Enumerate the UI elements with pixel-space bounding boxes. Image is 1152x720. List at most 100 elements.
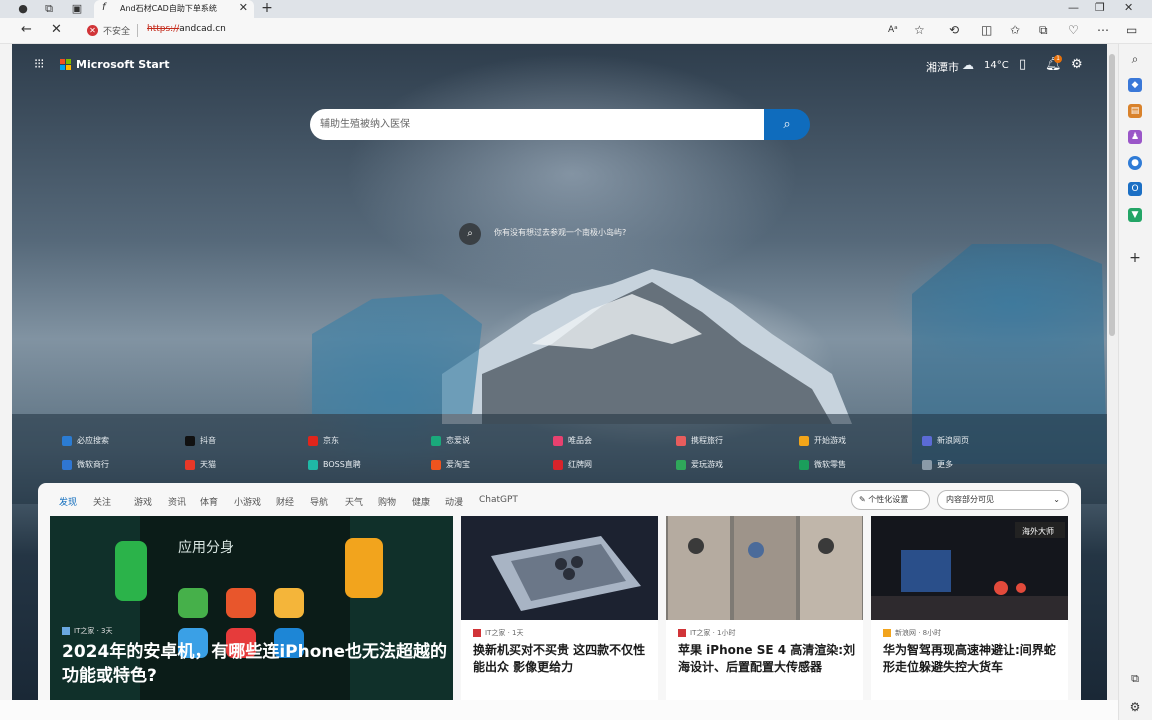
quick-link-label: 抖音 (200, 436, 216, 445)
url-field[interactable]: https://andcad.cn (147, 24, 226, 34)
tab-active[interactable]: f And石材CAD自助下单系统 ✕ (94, 0, 254, 18)
news-card[interactable]: IT之家 · 1小时 苹果 iPhone SE 4 高清渲染:刘海设计、后置配置… (666, 516, 863, 700)
back-icon[interactable]: ← (21, 22, 32, 37)
feed-tab[interactable]: 游戏 (134, 495, 152, 508)
quick-link[interactable]: 携程旅行 (676, 435, 723, 449)
tools-icon[interactable]: ♟ (1128, 130, 1142, 144)
card-headline[interactable]: 苹果 iPhone SE 4 高清渲染:刘海设计、后置配置大传感器 (678, 642, 858, 676)
more-menu-icon[interactable]: ⋯ (1097, 23, 1109, 37)
feed-tab[interactable]: 购物 (378, 495, 396, 508)
quick-link[interactable]: 微软零售 (799, 459, 846, 473)
collections-icon[interactable]: ⧉ (1039, 23, 1048, 38)
profile-icon[interactable]: ● (16, 2, 30, 16)
maximize-icon[interactable]: ❐ (1095, 1, 1105, 14)
scrollbar-thumb[interactable] (1109, 54, 1115, 336)
quick-link-label: 更多 (937, 460, 953, 469)
search-input[interactable] (320, 117, 750, 132)
copilot-icon[interactable]: ◆ (1128, 78, 1142, 92)
games-icon[interactable]: ● (1128, 156, 1142, 170)
news-feed: 发现 关注 游戏 资讯 体育 小游戏 财经 导航 天气 购物 健康 动漫 ChatGPT ✎ 个性化设置… (38, 483, 1081, 700)
visual-search-icon[interactable]: ⌕ (459, 223, 481, 245)
feed-tab[interactable]: 导航 (310, 495, 328, 508)
browser-essentials-icon[interactable]: ♡ (1068, 23, 1079, 37)
shopping-icon[interactable]: ▤ (1128, 104, 1142, 118)
search-button[interactable]: ⌕ (764, 109, 810, 140)
quick-link-icon (553, 435, 563, 446)
quick-link[interactable]: 新浪网页 (922, 435, 969, 449)
quick-link-label: 开始游戏 (814, 436, 846, 445)
minimize-icon[interactable]: — (1068, 1, 1079, 14)
content-visibility-select[interactable]: 内容部分可见 ⌄ (937, 490, 1069, 510)
quick-link-label: 微软商行 (77, 460, 109, 469)
new-tab-icon[interactable]: + (260, 1, 274, 15)
card-headline[interactable]: 换新机买对不买贵 这四款不仅性能出众 影像更给力 (473, 642, 653, 676)
feed-tab[interactable]: 财经 (276, 495, 294, 508)
feed-tab[interactable]: ChatGPT (479, 495, 518, 505)
quick-link[interactable]: 微软商行 (62, 459, 109, 473)
personalize-label: 个性化设置 (868, 495, 909, 504)
cloud-icon[interactable]: ☁ (962, 58, 974, 72)
quick-link[interactable]: 爱玩游戏 (676, 459, 723, 473)
favorite-star-icon[interactable]: ☆ (914, 23, 925, 37)
quick-link[interactable]: 京东 (308, 435, 339, 449)
feed-tab[interactable]: 天气 (345, 495, 363, 508)
image-hint-text[interactable]: 你有没有想过去参观一个南极小岛屿? (494, 227, 626, 238)
quick-link[interactable]: 开始游戏 (799, 435, 846, 449)
news-card-featured[interactable]: 应用分身 IT之家 · 3天 2024年的安卓机，有哪些连iPhone也无法超越… (50, 516, 453, 700)
feed-tab[interactable]: 健康 (412, 495, 430, 508)
weather-city[interactable]: 湘潭市 (926, 59, 959, 75)
workspaces-icon[interactable]: ⧉ (42, 2, 56, 16)
feed-tab[interactable]: 发现 (59, 495, 77, 508)
personalize-button[interactable]: ✎ 个性化设置 (851, 490, 930, 510)
quick-link[interactable]: 抖音 (185, 435, 216, 449)
card-image: 海外大师 (871, 516, 1068, 620)
quick-link[interactable]: 红牌网 (553, 459, 592, 473)
quick-link[interactable]: 更多 (922, 459, 953, 473)
quick-link[interactable]: 恋爱说 (431, 435, 470, 449)
feed-tab[interactable]: 动漫 (445, 495, 463, 508)
quick-link[interactable]: BOSS直聘 (308, 459, 361, 473)
feed-tab[interactable]: 小游戏 (234, 495, 261, 508)
settings-gear-icon[interactable]: ⚙ (1071, 57, 1083, 72)
sidebar-settings-icon[interactable]: ⚙ (1128, 700, 1142, 714)
page-scrollbar[interactable] (1107, 44, 1118, 700)
drop-icon[interactable]: ▼ (1128, 208, 1142, 222)
sidebar-toggle-icon[interactable]: ▭ (1126, 23, 1137, 37)
window-close-icon[interactable]: ✕ (1124, 1, 1133, 14)
security-label[interactable]: 不安全 (103, 24, 130, 37)
split-screen-icon[interactable]: ◫ (981, 23, 992, 37)
sidebar-customize-icon[interactable]: ⧉ (1128, 672, 1142, 686)
search-box[interactable] (310, 109, 766, 140)
favorites-icon[interactable]: ✩ (1010, 23, 1020, 37)
quick-link-icon (922, 435, 932, 446)
address-bar: ← ✕ ✕ 不安全 https://andcad.cn Aᵃ ☆ ⟲ ◫ ✩ ⧉… (0, 18, 1152, 44)
quick-link-label: 天猫 (200, 460, 216, 469)
news-card[interactable]: 海外大师 新浪网 · 8小时 华为智驾再现高速神避让:间界蛇形走位躲避失控大货车 (871, 516, 1068, 700)
phone-icon[interactable]: ▯ (1019, 57, 1026, 72)
read-aloud-icon[interactable]: Aᵃ (888, 25, 898, 35)
quick-link[interactable]: 唯品会 (553, 435, 592, 449)
card-image (461, 516, 658, 620)
quick-link[interactable]: 天猫 (185, 459, 216, 473)
quick-link[interactable]: 必应搜索 (62, 435, 109, 449)
add-sidebar-app-icon[interactable]: + (1128, 251, 1142, 265)
weather-temperature[interactable]: 14°C (984, 60, 1009, 71)
brand-title[interactable]: Microsoft Start (76, 58, 169, 71)
feed-tab[interactable]: 资讯 (168, 495, 186, 508)
extensions-icon[interactable]: ⟲ (949, 23, 959, 37)
quick-link-label: 红牌网 (568, 460, 592, 469)
tab-close-icon[interactable]: ✕ (239, 1, 248, 14)
quick-link[interactable]: 爱淘宝 (431, 459, 470, 473)
not-secure-icon[interactable]: ✕ (87, 25, 98, 36)
outlook-icon[interactable]: O (1128, 182, 1142, 196)
feed-tab[interactable]: 体育 (200, 495, 218, 508)
tab-actions-icon[interactable]: ▣ (70, 2, 84, 16)
card-headline[interactable]: 华为智驾再现高速神避让:间界蛇形走位躲避失控大货车 (883, 642, 1063, 676)
search-icon[interactable]: ⌕ (1128, 52, 1142, 66)
feed-tab[interactable]: 关注 (93, 495, 111, 508)
news-card[interactable]: IT之家 · 1天 换新机买对不买贵 这四款不仅性能出众 影像更给力 (461, 516, 658, 700)
stop-loading-icon[interactable]: ✕ (51, 22, 62, 37)
app-launcher-icon[interactable]: ⁝⁝⁝ (34, 57, 44, 72)
card-headline[interactable]: 2024年的安卓机，有哪些连iPhone也无法超越的功能或特色? (62, 640, 447, 688)
card-source: IT之家 · 1天 (473, 628, 523, 638)
